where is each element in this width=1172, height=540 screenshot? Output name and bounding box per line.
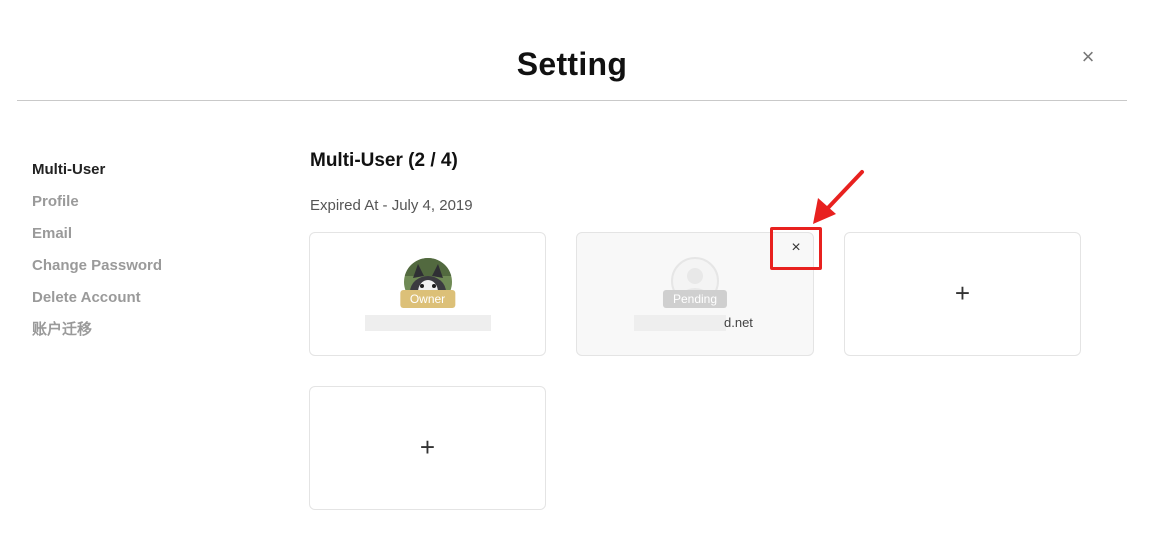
sidebar-item-multi-user[interactable]: Multi-User	[32, 158, 232, 190]
redacted-email	[365, 315, 491, 331]
settings-sidebar: Multi-User Profile Email Change Password…	[32, 158, 232, 350]
sidebar-item-change-password[interactable]: Change Password	[32, 254, 232, 286]
dialog-header: Setting	[17, 0, 1127, 101]
email-suffix: d.net	[724, 315, 753, 330]
add-user-card[interactable]: +	[309, 386, 546, 510]
owner-user-card: Owner	[309, 232, 546, 356]
section-title: Multi-User (2 / 4)	[310, 150, 458, 171]
close-icon[interactable]: ×	[1077, 44, 1099, 70]
redacted-email	[634, 315, 726, 331]
sidebar-item-email[interactable]: Email	[32, 222, 232, 254]
sidebar-item-account-migration[interactable]: 账户迁移	[32, 318, 232, 350]
add-user-card[interactable]: +	[844, 232, 1081, 356]
plus-icon: +	[954, 278, 971, 308]
plus-icon: +	[419, 432, 436, 462]
sidebar-item-profile[interactable]: Profile	[32, 190, 232, 222]
owner-badge: Owner	[399, 290, 456, 308]
expiry-text: Expired At - July 4, 2019	[310, 197, 473, 214]
sidebar-item-delete-account[interactable]: Delete Account	[32, 286, 232, 318]
remove-user-button[interactable]: ×	[770, 227, 822, 270]
dialog-title: Setting	[516, 46, 628, 82]
pending-badge: Pending	[662, 290, 728, 308]
